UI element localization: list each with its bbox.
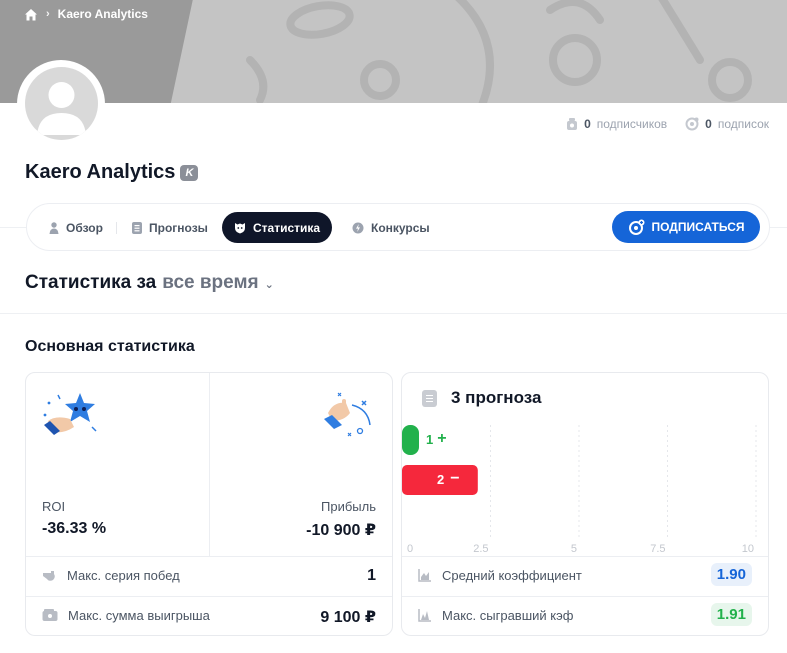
breadcrumb: › Kaero Analytics — [24, 7, 148, 21]
shield-cat-icon — [235, 222, 245, 233]
forecasts-card: 3 прогноза 0 2.5 5 7.5 10 1 + 2 − Средний ко… — [401, 372, 769, 636]
chart-peak-icon — [418, 609, 431, 622]
subscriptions-icon — [685, 117, 699, 131]
tab-forecasts[interactable]: Прогнозы — [120, 212, 220, 243]
banner-pattern — [246, 0, 752, 103]
main-stats-title: Основная статистика — [25, 338, 195, 355]
chevron-down-icon[interactable]: ⌄ — [265, 278, 274, 291]
contest-icon — [352, 222, 364, 233]
list-icon — [422, 389, 437, 407]
breadcrumb-current[interactable]: Kaero Analytics — [58, 7, 148, 21]
x-tick-label: 0 — [407, 543, 413, 555]
profit-label: Прибыль — [321, 499, 376, 514]
wins-label: 1 + — [426, 430, 447, 447]
tab-statistics[interactable]: Статистика — [222, 212, 333, 243]
wins-bar — [402, 425, 419, 455]
max-win-row: Макс. сумма выигрыша — [42, 608, 210, 623]
chevron-right-icon: › — [46, 8, 50, 20]
row-divider — [402, 596, 768, 597]
win-streak-value: 1 — [367, 567, 376, 584]
whistle-icon — [43, 570, 55, 581]
period-value[interactable]: все время — [162, 272, 258, 294]
subscribers-count[interactable]: 0 подписчиков — [566, 117, 667, 131]
row-divider — [26, 556, 392, 557]
plus-icon: + — [437, 430, 447, 447]
max-won-odds-badge: 1.91 — [710, 603, 752, 626]
tab-overview[interactable]: Обзор — [37, 212, 117, 243]
row-divider — [26, 596, 392, 597]
profile-name: Kaero Analytics — [25, 161, 176, 183]
subscribe-button[interactable]: ПОДПИСАТЬСЯ — [612, 211, 760, 243]
wallet-icon — [42, 609, 58, 621]
subscriptions-count[interactable]: 0 подписок — [685, 117, 769, 131]
divider — [770, 227, 787, 228]
x-tick-label: 10 — [742, 543, 754, 555]
person-icon — [49, 221, 59, 234]
user-placeholder-icon — [37, 82, 86, 135]
section-divider — [0, 313, 787, 314]
avg-odds-row: Средний коэффициент — [418, 568, 582, 583]
roi-value: -36.33 % — [42, 520, 107, 537]
profile-tabs: Обзор Прогнозы Статистика Конкурсы ПОДПИ… — [26, 203, 770, 251]
column-divider — [209, 373, 210, 556]
minus-icon: − — [450, 470, 460, 487]
avg-odds-badge: 1.90 — [710, 563, 752, 586]
profile-title: Kaero Analytics K — [25, 161, 199, 184]
forecasts-title: 3 прогноза — [422, 388, 541, 408]
period-selector[interactable]: Статистика за все время ⌄ — [25, 272, 274, 294]
main-stats-card: ROI -36.33 % Прибыль -10 900 ₽ Макс. сер… — [25, 372, 393, 636]
max-win-value: 9 100 ₽ — [320, 609, 376, 626]
losses-label: 2 − — [437, 470, 460, 487]
period-prefix: Статистика за — [25, 272, 157, 293]
profit-value: -10 900 ₽ — [306, 522, 376, 539]
subscriber-stats: 0 подписчиков 0 подписок — [566, 117, 769, 131]
tab-separator — [115, 222, 117, 234]
row-divider — [402, 556, 768, 557]
subscribe-plus-icon — [628, 219, 644, 235]
profile-badge: K — [180, 164, 199, 181]
x-tick-label: 7.5 — [650, 543, 665, 555]
roi-label: ROI — [42, 499, 66, 514]
win-streak-row: Макс. серия побед — [42, 568, 180, 583]
tactics-hand-icon — [324, 392, 371, 437]
subscribers-icon — [567, 118, 578, 130]
x-tick-label: 2.5 — [473, 543, 488, 555]
x-tick-label: 5 — [571, 543, 577, 555]
avatar[interactable] — [25, 67, 98, 140]
home-icon[interactable] — [24, 8, 38, 21]
list-icon — [132, 221, 142, 234]
cat-star-icon — [43, 393, 97, 435]
tab-contests[interactable]: Конкурсы — [340, 212, 442, 243]
divider — [0, 227, 26, 228]
chart-area-icon — [418, 569, 431, 582]
max-won-odds-row: Макс. сыгравший кэф — [418, 608, 573, 623]
